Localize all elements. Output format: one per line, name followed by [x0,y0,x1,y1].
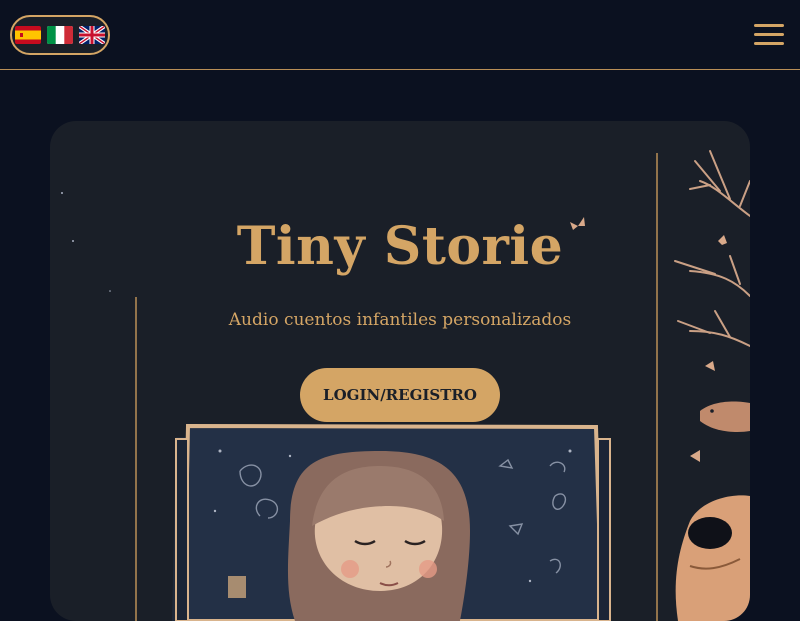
uk-flag-icon[interactable] [79,26,105,44]
italy-flag-icon[interactable] [47,26,73,44]
site-title: Tiny Storie [236,216,564,277]
language-switcher [10,15,110,55]
site-subtitle: Audio cuentos infantiles personalizados [228,310,572,330]
hero-card: Tiny Storie Audio cuentos infantiles per… [50,121,750,621]
spain-flag-icon[interactable] [15,26,41,44]
login-register-button[interactable]: LOGIN/REGISTRO [300,368,500,422]
hamburger-menu-icon[interactable] [752,22,786,48]
top-nav-bar [0,0,800,70]
